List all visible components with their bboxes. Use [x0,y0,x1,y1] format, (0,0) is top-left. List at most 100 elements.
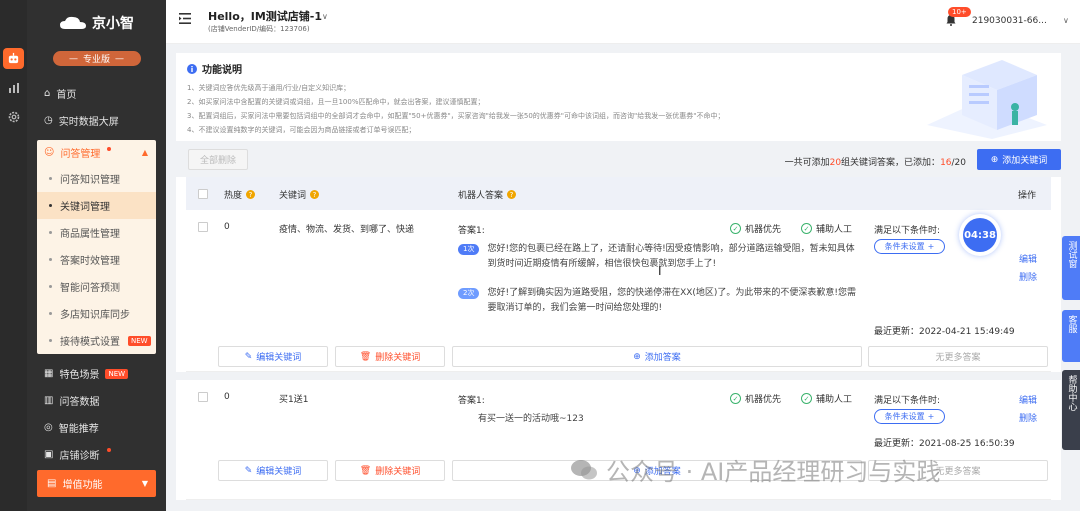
th-ops: 操作 [1018,191,1037,201]
wechat-icon [571,459,597,479]
reply-item: 有买一送一的活动哦~123 [478,412,882,427]
robot-first-tag: ✓ 机器优先 [730,392,781,405]
check-icon: ✓ [730,393,741,404]
robot-app-icon[interactable] [3,48,24,69]
red-dot [107,448,111,452]
plus-circle-icon: ⊕ [990,154,999,165]
test-window-tab[interactable]: 测试窗 [1062,236,1080,300]
manual-assist-tag: ✓ 辅助人工 [801,222,852,235]
select-all-checkbox[interactable] [198,189,208,199]
nav-item-qa-data[interactable]: ▥ 问答数据 [27,387,166,414]
nav-sub-qa-knowledge[interactable]: 问答知识管理 [37,165,156,192]
reply-count-tag: 2次 [458,288,480,299]
nav-group-head-qa[interactable]: ☺ 问答管理 ▲ [37,140,156,165]
delete-link[interactable]: 删除 [1019,411,1037,424]
edit-link[interactable]: 编辑 [1019,393,1037,406]
condition-not-set-button[interactable]: 条件未设置 + [874,239,945,254]
watermark: 公众号 · AI产品经理研习与实践 [570,452,940,487]
help-icon[interactable]: ? [246,190,256,199]
add-answer-button[interactable]: ⊕ 添加答案 [452,346,862,367]
new-tag: NEW [105,368,129,379]
info-title: 功能说明 [187,61,242,76]
user-account[interactable]: 219030031-66... [972,16,1047,26]
nav-sub-reception-mode[interactable]: 接待模式设置 NEW [37,327,156,354]
chat-icon: ☺ [44,147,55,158]
row-keyword: 疫情、物流、发货、到哪了、快递 [279,225,415,235]
pro-edition-badge: — 专业版 — [52,51,141,66]
row-heat: 0 [224,222,230,232]
delete-keyword-button[interactable]: 🗑 删除关键词 [335,460,445,481]
gift-icon: ▤ [47,478,57,489]
customer-service-tab[interactable]: 客服 [1062,310,1080,362]
red-dot [107,147,111,151]
nav-item-smart-recommend[interactable]: ◎ 智能推荐 [27,414,166,441]
trash-icon: 🗑 [359,465,372,476]
edit-keyword-button[interactable]: ✎ 编辑关键词 [218,460,328,481]
row-checkbox[interactable] [198,392,208,402]
icon-rail [0,0,27,511]
info-line: 1、关键词应答优先级高于通用/行业/自定义知识库； [187,84,351,92]
reply-count-tag: 1次 [458,244,480,255]
keyword-count-text: 一共可添加20组关键词答案，已添加：16/20 [784,158,966,168]
nav-sub-product-attributes[interactable]: 商品属性管理 [37,219,156,246]
nav-sub-keyword-management[interactable]: 关键词管理 [37,192,156,219]
manual-assist-tag: ✓ 辅助人工 [801,392,852,405]
pencil-icon: ✎ [244,351,253,362]
delete-all-button[interactable]: 全部删除 [188,149,248,170]
condition-title: 满足以下条件时: [874,396,941,406]
robot-first-tag: ✓ 机器优先 [730,222,781,235]
help-icon[interactable]: ? [507,190,517,199]
info-line: 2、如买家问法中含配置的关键词或词组，且一旦100%匹配命中，就会出答案，建议谨… [187,98,485,106]
table-header: 热度? 关键词? 机器人答案? 操作 [186,177,1051,210]
nav-item-realtime-dashboard[interactable]: ◷ 实时数据大屏 [27,107,166,134]
row-checkbox[interactable] [198,222,208,232]
delete-link[interactable]: 删除 [1019,270,1037,283]
help-center-tab[interactable]: 帮助中心 [1062,370,1080,450]
nav-item-home[interactable]: ⌂ 首页 [27,80,166,107]
reply-item: 2次 您好!了解到确实因为道路受阻，您的快递停滞在XX(地区)了。为此带来的不便… [458,286,862,316]
chart-app-icon[interactable] [3,77,24,98]
answer-box: 答案1: ✓ 机器优先 ✓ 辅助人工 有买一送一的活动哦~123 [454,385,862,455]
check-icon: ✓ [730,223,741,234]
check-icon: ✓ [801,393,812,404]
add-keyword-button[interactable]: ⊕ 添加关键词 [977,149,1061,170]
user-chevron-icon[interactable]: ∨ [1063,16,1069,25]
th-heat: 热度? [224,188,256,201]
nav-sub-answer-timeliness[interactable]: 答案时效管理 [37,246,156,273]
target-icon: ◎ [44,422,53,433]
shop-switch-chevron-icon[interactable]: ∨ [322,12,328,21]
chevron-up-icon: ▲ [141,148,148,157]
nav-sub-qa-prediction[interactable]: 智能问答预测 [37,273,156,300]
nav-item-shop-diagnosis[interactable]: ▣ 店铺诊断 [27,441,166,468]
settings-app-icon[interactable] [3,106,24,127]
info-line: 4、不建议设置纯数字的关键词，可能会因为商品链接或者订单号误匹配； [187,126,416,134]
timer-value: 04:38 [963,218,997,252]
delete-keyword-button[interactable]: 🗑 删除关键词 [335,346,445,367]
edit-link[interactable]: 编辑 [1019,252,1037,265]
plus-icon: + [927,412,935,421]
row-heat: 0 [224,392,230,402]
nav-item-value-added[interactable]: ▤ 增值功能 ▼ [37,470,156,497]
edit-keyword-button[interactable]: ✎ 编辑关键词 [218,346,328,367]
answer-label: 答案1: [458,396,485,406]
chevron-down-icon: ▼ [141,479,148,488]
th-answer: 机器人答案? [458,188,517,201]
reply-text: 您好!您的包裹已经在路上了，还请耐心等待!因受疫情影响，部分道路运输受阻，暂未知… [487,244,855,269]
check-icon: ✓ [801,223,812,234]
top-bar: Hello，IM测试店铺-1 (店铺VenderID/编码：123706) ∨ … [166,0,1080,44]
reply-text: 您好!了解到确实因为道路受阻，您的快递停滞在XX(地区)了。为此带来的不便深表歉… [487,288,857,313]
isometric-illustration [927,60,1047,139]
nav-item-featured-scenes[interactable]: ▦ 特色场景 NEW [27,360,166,387]
plus-circle-icon: ⊕ [633,351,641,362]
condition-not-set-button[interactable]: 条件未设置 + [874,409,945,424]
reply-text: 有买一送一的活动哦~123 [478,414,584,424]
menu-fold-icon[interactable] [179,13,191,24]
grid-icon: ▦ [44,368,54,379]
info-lines: 1、关键词应答优先级高于通用/行业/自定义知识库； 2、如买家问法中含配置的关键… [187,81,887,137]
countdown-timer[interactable]: 04:38 [959,214,1001,256]
pencil-icon: ✎ [244,465,253,476]
help-icon[interactable]: ? [310,190,320,199]
nav-sub-multishop-sync[interactable]: 多店知识库同步 [37,300,156,327]
monitor-icon: ◷ [44,115,53,126]
answer-label: 答案1: [458,226,485,236]
